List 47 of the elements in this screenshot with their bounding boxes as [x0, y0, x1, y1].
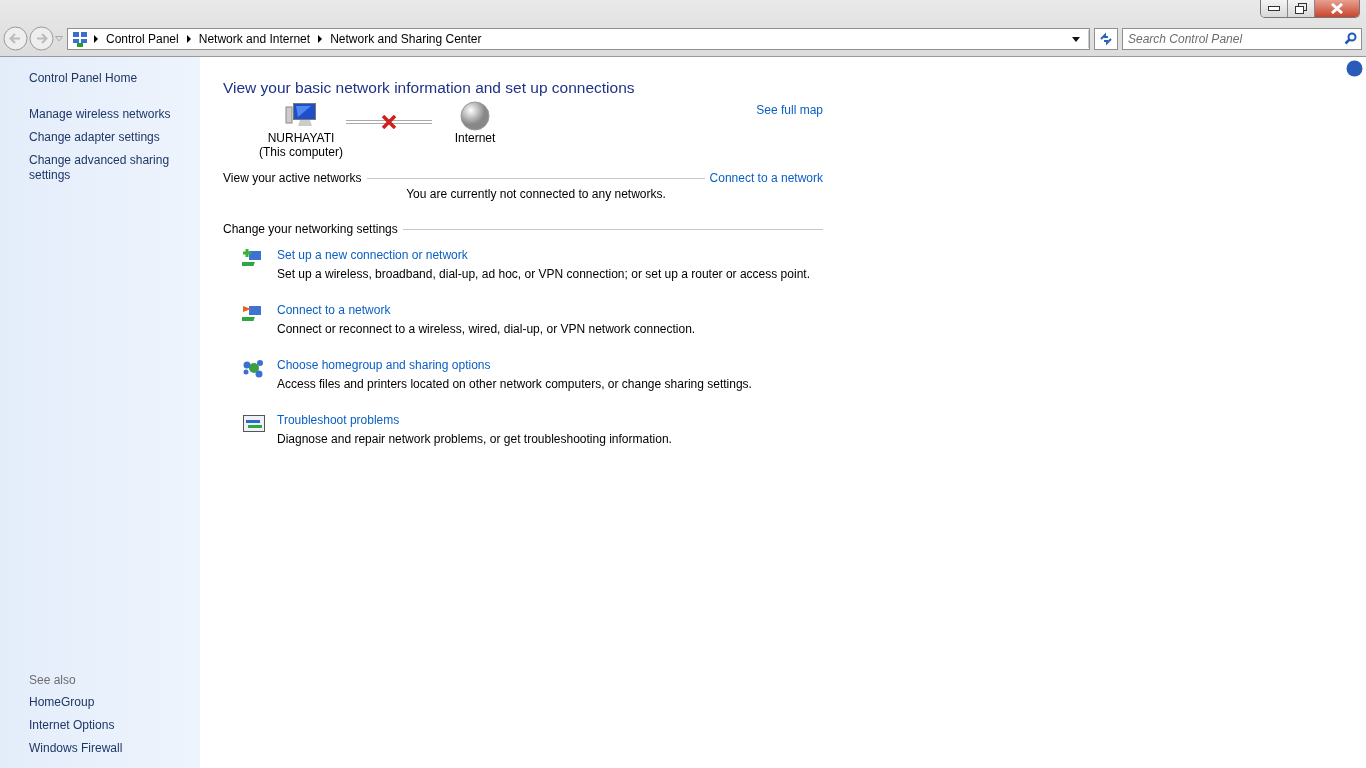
- status-message: You are currently not connected to any networks.: [405, 187, 667, 201]
- control-panel-icon: [72, 30, 88, 47]
- breadcrumb-arrow-icon[interactable]: [318, 34, 323, 43]
- see-also-heading: See also: [29, 673, 77, 687]
- minimize-icon: [1268, 5, 1280, 12]
- refresh-button[interactable]: [1094, 27, 1118, 50]
- refresh-icon: [1099, 31, 1113, 46]
- see-full-map-link[interactable]: See full map: [756, 103, 823, 117]
- task-link[interactable]: Troubleshoot problems: [277, 413, 400, 427]
- breadcrumb[interactable]: Network and Sharing Center: [330, 31, 482, 46]
- section-label: View your active networks: [223, 171, 362, 185]
- breadcrumb-arrow-icon[interactable]: [94, 34, 98, 43]
- minimize-button[interactable]: [1261, 0, 1288, 17]
- task-link[interactable]: Connect to a network: [277, 303, 391, 317]
- task-link[interactable]: Change adapter settings: [29, 130, 179, 145]
- control-panel-home-link[interactable]: Control Panel Home: [29, 71, 179, 86]
- task-description: Set up a wireless, broadband, dial-up, ad hoc, or VPN connection; or set up a router or access point.: [277, 267, 810, 281]
- address-bar[interactable]: Control Panel Network and Internet Network and Sharing Center: [67, 27, 1090, 50]
- homegroup-icon: [242, 358, 266, 380]
- computer-name: NURHAYATI: [267, 131, 335, 145]
- see-also-link[interactable]: HomeGroup: [29, 695, 179, 710]
- restore-icon: [1295, 3, 1307, 14]
- see-also-link[interactable]: Windows Firewall: [29, 741, 179, 756]
- breadcrumb[interactable]: Network and Internet: [198, 31, 311, 46]
- computer-caption: (This computer): [259, 145, 343, 159]
- task-link[interactable]: Set up a new connection or network: [277, 248, 468, 262]
- task-link[interactable]: Manage wireless networks: [29, 107, 179, 122]
- connect-to-network-link[interactable]: Connect to a network: [709, 171, 823, 185]
- task-link[interactable]: Choose homegroup and sharing options: [277, 358, 491, 372]
- restore-button[interactable]: [1288, 0, 1315, 17]
- close-icon: [1330, 3, 1344, 14]
- task-description: Access files and printers located on other network computers, or change sharing settings.: [277, 377, 752, 391]
- search-field[interactable]: Search Control Panel: [1122, 27, 1362, 50]
- page-heading: View your basic network information and set up connections: [223, 79, 636, 97]
- breadcrumb-arrow-icon[interactable]: [186, 34, 191, 43]
- see-also-link[interactable]: Internet Options: [29, 718, 179, 733]
- troubleshoot-icon: [242, 413, 266, 435]
- search-icon[interactable]: [1344, 31, 1357, 45]
- task-link[interactable]: Change advanced sharing settings: [29, 153, 179, 183]
- breadcrumb[interactable]: Control Panel: [106, 31, 179, 46]
- help-icon[interactable]: [1346, 60, 1363, 77]
- task-description: Diagnose and repair network problems, or get troubleshooting information.: [277, 432, 672, 446]
- section-label: Change your networking settings: [223, 222, 398, 236]
- internet-label: Internet: [454, 131, 496, 145]
- globe-icon: [460, 101, 490, 131]
- close-button[interactable]: [1315, 0, 1359, 17]
- task-description: Connect or reconnect to a wireless, wired, dial-up, or VPN network connection.: [277, 322, 696, 336]
